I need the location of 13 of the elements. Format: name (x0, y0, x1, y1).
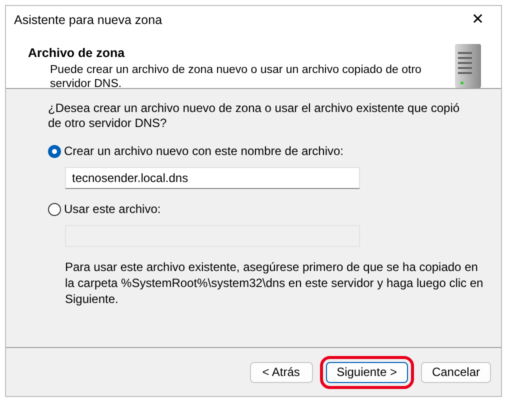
back-button[interactable]: < Atrás (250, 362, 313, 382)
question-text: ¿Desea crear un archivo nuevo de zona o usar el archivo existente que copió de otro servidor DNS? (48, 101, 461, 131)
radio-button[interactable] (48, 202, 61, 216)
option-label[interactable]: Crear un archivo nuevo con este nombre de archivo: (64, 142, 344, 160)
filename-field[interactable]: tecnosender.local.dns (65, 167, 360, 189)
note-text: Para usar este archivo existente, asegúrese primero de que se ha copiado en la carpeta %SystemRoot%\system32\dns en este servidor y haga luego clic en Siguiente. (65, 259, 484, 307)
page-title: Archivo de zona (28, 45, 126, 62)
radio-button[interactable] (48, 144, 61, 158)
option-label[interactable]: Usar este archivo: (64, 200, 161, 218)
window-title: Asistente para nueva zona (14, 12, 162, 30)
close-button[interactable]: ✕ (455, 6, 501, 35)
cancel-button[interactable]: Cancelar (420, 362, 491, 382)
page-subtitle: Puede crear un archivo de zona nuevo o usar un archivo copiado de otro servidor DNS. (49, 62, 422, 91)
